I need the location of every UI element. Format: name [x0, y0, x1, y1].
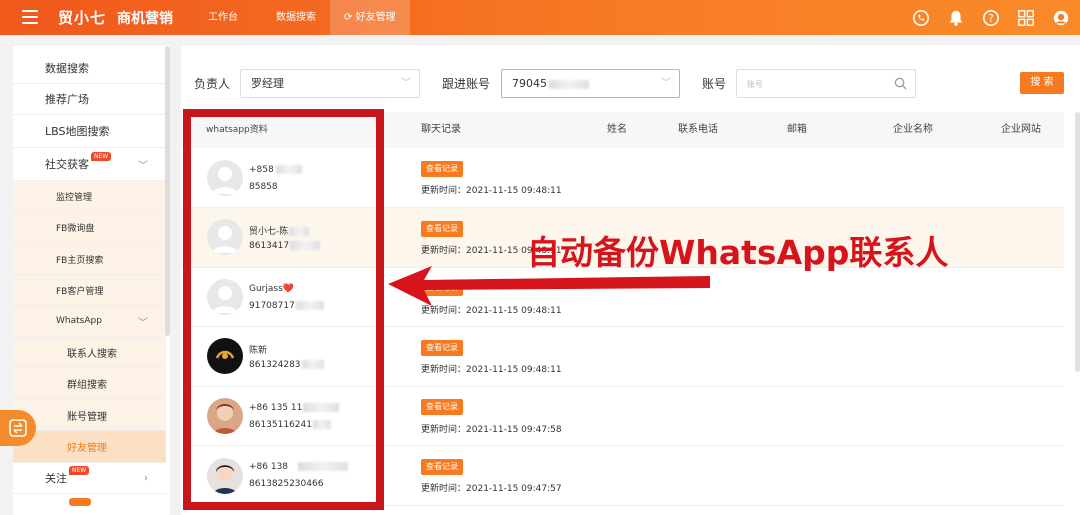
sidebar-item-lbs-map[interactable]: LBS地图搜索: [13, 115, 166, 148]
contact-name: +86 135 11: [249, 403, 340, 413]
avatar: [207, 160, 243, 196]
transfer-icon: [9, 419, 27, 437]
avatar: [207, 458, 243, 494]
chevron-down-icon: ﹀: [138, 317, 148, 329]
column-header: 邮箱: [787, 124, 807, 135]
chevron-down-icon: ﹀: [401, 78, 411, 89]
update-time: 更新时间：2021-11-15 09:47:57: [421, 484, 562, 494]
contact-name: +858: [249, 165, 302, 175]
view-record-button[interactable]: 查看记录: [421, 399, 463, 415]
avatar: [207, 219, 243, 255]
refresh-icon: ⟳: [344, 12, 353, 23]
main-scrollbar[interactable]: [1075, 112, 1080, 372]
avatar-icon[interactable]: [1052, 9, 1070, 27]
sidebar-item-recommend[interactable]: 推荐广场: [13, 84, 166, 115]
float-tool-button[interactable]: [0, 410, 36, 446]
contact-name: 陈新: [249, 346, 268, 356]
top-bar: 贸小七 商机营销 工作台 数据搜索 ⟳ 好友管理 ?: [0, 0, 1080, 35]
brand-logo: 贸小七: [58, 9, 107, 27]
contact-phone: 8613825230466: [249, 479, 324, 489]
chevron-down-icon: ﹀: [661, 78, 671, 89]
view-record-button[interactable]: 查看记录: [421, 340, 463, 356]
table-row: 陈新 861324283 查看记录 更新时间：2021-11-15 09:48:…: [181, 327, 1064, 387]
column-header: 企业网站: [1001, 124, 1041, 135]
view-record-button[interactable]: 查看记录: [421, 161, 463, 177]
update-time: 更新时间：2021-11-15 09:47:58: [421, 425, 562, 435]
view-record-button[interactable]: 查看记录: [421, 221, 463, 237]
sidebar-item-follow[interactable]: 关注 NEW ›: [13, 463, 166, 494]
svg-text:?: ?: [988, 12, 994, 25]
sidebar-item-monitor[interactable]: 监控管理: [13, 181, 166, 212]
column-header: 姓名: [607, 124, 627, 135]
contact-name: +86 138: [249, 462, 349, 472]
menu-icon[interactable]: [22, 10, 38, 25]
table-header: whatsapp资料 聊天记录 姓名 联系电话 邮箱 企业名称 企业网站: [181, 112, 1064, 148]
chevron-right-icon: ›: [144, 472, 148, 484]
tab-friend-management[interactable]: ⟳ 好友管理: [330, 0, 410, 35]
sidebar-item-friend-management[interactable]: 好友管理: [13, 431, 166, 463]
grid-icon[interactable]: [1017, 9, 1035, 27]
contact-phone: 86135116241: [249, 420, 331, 430]
sidebar: 数据搜索 推荐广场 LBS地图搜索 社交获客 NEW ﹀ 监控管理 FB微询盘 …: [13, 45, 170, 515]
follow-account-label: 跟进账号: [442, 77, 491, 91]
avatar: [207, 398, 243, 434]
new-badge: NEW: [91, 152, 112, 161]
new-badge: [69, 498, 91, 506]
sidebar-item-data-search[interactable]: 数据搜索: [13, 53, 166, 84]
table-row: +86 135 11 86135116241 查看记录 更新时间：2021-11…: [181, 387, 1064, 446]
search-icon[interactable]: [894, 77, 907, 90]
new-badge: NEW: [69, 466, 90, 475]
tab-workbench[interactable]: 工作台: [208, 0, 238, 35]
sidebar-scrollbar[interactable]: [165, 46, 170, 336]
account-label: 账号: [702, 77, 727, 91]
sidebar-item-fb-customer[interactable]: FB客户管理: [13, 275, 166, 306]
contact-phone: 8613417: [249, 241, 321, 251]
sidebar-item-fb-inquiry[interactable]: FB微询盘: [13, 212, 166, 244]
owner-label: 负责人: [194, 77, 231, 91]
column-header: 聊天记录: [421, 124, 461, 135]
update-time: 更新时间：2021-11-15 09:48:11: [421, 365, 562, 375]
view-record-button[interactable]: 查看记录: [421, 459, 463, 475]
follow-account-select[interactable]: 79045 ﹀: [501, 69, 680, 98]
sidebar-item-whatsapp[interactable]: WhatsApp ﹀: [13, 306, 166, 337]
contact-phone: 91708717: [249, 301, 324, 311]
tab-data-search[interactable]: 数据搜索: [276, 0, 316, 35]
account-input[interactable]: 账号: [736, 69, 916, 98]
contact-phone: 861324283: [249, 360, 324, 370]
sidebar-item-group-search[interactable]: 群组搜索: [13, 368, 166, 400]
column-header: 企业名称: [893, 124, 933, 135]
whatsapp-icon[interactable]: [912, 9, 930, 27]
contact-name: Gurjass❤️: [249, 284, 294, 294]
avatar: [207, 338, 243, 374]
column-header: whatsapp资料: [206, 125, 268, 135]
table-row: +858 85858 查看记录 更新时间：2021-11-15 09:48:11: [181, 149, 1064, 208]
chevron-down-icon: ﹀: [138, 160, 148, 172]
owner-select[interactable]: 罗经理 ﹀: [240, 69, 420, 98]
contact-phone: 85858: [249, 182, 278, 192]
help-icon[interactable]: ?: [982, 9, 1000, 27]
bell-icon[interactable]: [947, 9, 965, 27]
product-name: 商机营销: [117, 11, 173, 27]
sidebar-item-fb-page-search[interactable]: FB主页搜索: [13, 244, 166, 275]
search-button[interactable]: 搜 索: [1020, 72, 1064, 94]
column-header: 联系电话: [678, 124, 718, 135]
table-row: +86 138 8613825230466 查看记录 更新时间：2021-11-…: [181, 446, 1064, 506]
annotation-text: 自动备份WhatsApp联系人: [527, 233, 949, 272]
contact-name: 贸小七-陈: [249, 224, 310, 237]
sidebar-item-social[interactable]: 社交获客 NEW ﹀: [13, 148, 166, 181]
update-time: 更新时间：2021-11-15 09:48:11: [421, 186, 562, 196]
sidebar-item-contact-search[interactable]: 联系人搜索: [13, 337, 166, 368]
avatar: [207, 279, 243, 315]
